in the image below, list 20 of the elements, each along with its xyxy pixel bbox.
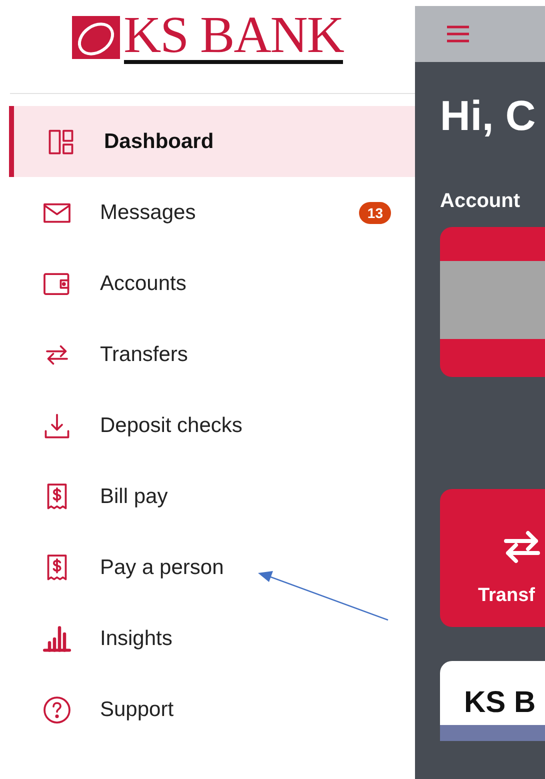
menu-item[interactable]: Insights xyxy=(0,603,415,674)
logo-mark-icon xyxy=(72,16,120,59)
unread-count-badge: 13 xyxy=(359,202,391,224)
menu-item[interactable]: Transfers xyxy=(0,319,415,390)
card-title: KS B xyxy=(463,685,537,720)
menu-item[interactable]: Deposit checks xyxy=(0,390,415,461)
menu-item[interactable]: Messages 13 xyxy=(0,177,415,248)
bar-chart-icon xyxy=(42,624,72,654)
menu-item[interactable]: Bill pay xyxy=(0,461,415,532)
menu-item[interactable]: Accounts xyxy=(0,248,415,319)
menu-item[interactable]: Dashboard xyxy=(9,106,415,177)
greeting-heading: Hi, C xyxy=(440,92,537,140)
account-card[interactable] xyxy=(440,227,545,377)
logo-text: KS BANK xyxy=(124,14,344,64)
menu-item[interactable]: Pay a person xyxy=(0,532,415,603)
section-heading: Account xyxy=(440,190,521,213)
help-icon xyxy=(42,694,72,724)
menu-item[interactable]: Support xyxy=(0,674,415,745)
transfer-button[interactable]: Transf xyxy=(440,489,545,627)
menu-icon[interactable] xyxy=(446,25,470,43)
